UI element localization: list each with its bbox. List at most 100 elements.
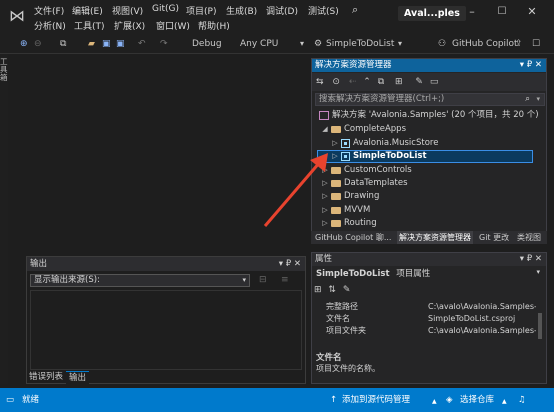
- save-all-icon[interactable]: ▣: [116, 36, 125, 52]
- menu-help[interactable]: 帮助(H): [198, 19, 230, 32]
- solution-icon: [319, 111, 329, 120]
- scrollbar-thumb[interactable]: [538, 313, 542, 339]
- dropdown-chevron-icon[interactable]: ▾: [300, 36, 304, 52]
- tree-item-label: Routing: [344, 218, 377, 228]
- open-folder-icon[interactable]: ▰: [88, 36, 95, 52]
- back-icon[interactable]: ⊕: [20, 36, 28, 52]
- tree-item-datatemplates[interactable]: ▷ DataTemplates: [321, 177, 407, 190]
- menu-edit[interactable]: 编辑(E): [72, 4, 103, 17]
- tree-item-drawing[interactable]: ▷ Drawing: [321, 190, 379, 203]
- tree-item-label: SimpleToDoList: [353, 151, 427, 161]
- status-bar: ▭ 就绪 ↑ 添加到源代码管理 ▲ ◈ 选择仓库 ▲ ♫: [0, 388, 554, 412]
- tab-copilot-chat[interactable]: GitHub Copilot 聊...: [313, 231, 393, 244]
- repository-icon: ◈: [446, 395, 453, 405]
- property-value: SimpleToDoList.csproj: [428, 314, 516, 323]
- save-icon[interactable]: ▣: [102, 36, 111, 52]
- expand-arrow-icon[interactable]: ▷: [331, 150, 339, 163]
- property-description-text: 项目文件的名称。: [316, 364, 380, 373]
- project-icon: [341, 139, 350, 148]
- output-window-icon[interactable]: ▭: [6, 394, 14, 406]
- new-item-icon[interactable]: ⧉: [60, 36, 66, 52]
- tree-item-label: Drawing: [344, 191, 380, 201]
- toolbox-tab-label: 工具箱: [0, 57, 8, 82]
- expand-arrow-icon[interactable]: ▷: [321, 177, 329, 190]
- visual-studio-logo-icon[interactable]: ⋈: [8, 7, 26, 25]
- properties-object-selector[interactable]: SimpleToDoList 项目属性: [316, 268, 430, 280]
- property-row[interactable]: 完整路径 C:\avalo\Avalonia.Samples-: [312, 301, 538, 313]
- menu-analyze[interactable]: 分析(N): [34, 19, 66, 32]
- expand-arrow-icon[interactable]: ▷: [331, 137, 339, 150]
- panel-controls[interactable]: ▾ ₽ ✕: [279, 257, 301, 271]
- toolbox-tab[interactable]: 工具箱: [0, 54, 8, 384]
- expand-arrow-icon[interactable]: ▷: [321, 164, 329, 177]
- undo-icon[interactable]: ↶: [138, 36, 146, 52]
- menu-extensions[interactable]: 扩展(X): [114, 19, 145, 32]
- forward-icon[interactable]: ⊖: [34, 36, 42, 52]
- tree-item-label: 解决方案 'Avalonia.Samples' (20 个项目，共 20 个): [332, 110, 539, 120]
- property-value: C:\avalo\Avalonia.Samples-: [428, 326, 536, 335]
- menu-build[interactable]: 生成(B): [226, 4, 257, 17]
- folder-icon: [331, 220, 341, 227]
- redo-icon[interactable]: ↷: [160, 36, 168, 52]
- output-source-dropdown[interactable]: 显示输出来源(S): ▾: [30, 274, 250, 287]
- tree-item-solution[interactable]: 解决方案 'Avalonia.Samples' (20 个项目，共 20 个): [317, 109, 539, 122]
- properties-header: 属性 ▾ ₽ ✕: [312, 253, 546, 266]
- tab-git-changes[interactable]: Git 更改: [477, 231, 511, 244]
- menu-window[interactable]: 窗口(W): [156, 19, 190, 32]
- panel-controls[interactable]: ▾ ₽ ✕: [520, 253, 542, 266]
- properties-title: 属性: [315, 254, 333, 264]
- menu-tools[interactable]: 工具(T): [74, 19, 105, 32]
- properties-toolbar: ⊞ ⇅ ✎: [314, 283, 544, 297]
- folder-icon: [331, 193, 341, 200]
- tree-item-mvvm[interactable]: ▷ MVVM: [321, 204, 370, 217]
- folder-icon: [331, 207, 341, 214]
- platform-dropdown[interactable]: Any CPU: [240, 36, 278, 52]
- tree-item-simpletodolist[interactable]: ▷ SimpleToDoList: [331, 150, 427, 163]
- expand-arrow-icon[interactable]: ▷: [321, 190, 329, 203]
- tab-class-view[interactable]: 类视图: [515, 231, 543, 244]
- word-wrap-icon[interactable]: ≡: [281, 275, 289, 285]
- select-repository-button[interactable]: 选择仓库: [460, 394, 494, 406]
- property-value: C:\avalo\Avalonia.Samples-: [428, 302, 536, 311]
- property-row[interactable]: 文件名 SimpleToDoList.csproj: [312, 313, 538, 325]
- menu-git[interactable]: Git(G): [152, 4, 179, 14]
- property-description-title: 文件名: [316, 353, 342, 363]
- expand-arrow-icon[interactable]: ▷: [321, 204, 329, 217]
- alphabetical-icon[interactable]: ⇅: [328, 285, 336, 295]
- folder-icon: [331, 167, 341, 174]
- categorized-icon[interactable]: ⊞: [314, 285, 322, 295]
- clear-output-icon[interactable]: ⊟: [259, 275, 267, 285]
- menu-debug[interactable]: 调试(D): [266, 4, 298, 17]
- property-row[interactable]: 项目文件夹 C:\avalo\Avalonia.Samples-: [312, 325, 538, 337]
- property-key: 项目文件夹: [326, 326, 366, 335]
- output-source-label: 显示输出来源(S):: [34, 275, 100, 285]
- add-to-source-control-button[interactable]: 添加到源代码管理: [342, 394, 410, 406]
- property-pages-icon[interactable]: ✎: [343, 285, 351, 295]
- menu-project[interactable]: 项目(P): [186, 4, 216, 17]
- tree-item-routing[interactable]: ▷ Routing: [321, 217, 377, 230]
- menu-file[interactable]: 文件(F): [34, 4, 64, 17]
- properties-object-type: 项目属性: [396, 269, 431, 279]
- output-text-area[interactable]: [30, 290, 302, 370]
- tab-output[interactable]: 输出: [66, 371, 90, 384]
- editor-area: [8, 58, 308, 253]
- tree-item-musicstore[interactable]: ▷ Avalonia.MusicStore: [331, 137, 438, 150]
- tab-solution-explorer[interactable]: 解决方案资源管理器: [397, 231, 473, 244]
- output-panel: 输出 ▾ ₽ ✕ 显示输出来源(S): ▾ ⊟ ≡: [26, 256, 306, 384]
- chevron-up-icon: ▲: [432, 398, 437, 405]
- property-key: 文件名: [326, 314, 350, 323]
- properties-panel: 属性 ▾ ₽ ✕ SimpleToDoList 项目属性 ▾ ⊞ ⇅ ✎ 完整路…: [311, 252, 547, 384]
- expand-arrow-icon[interactable]: ▷: [321, 217, 329, 230]
- source-control-up-icon: ↑: [330, 395, 338, 405]
- bell-icon[interactable]: ♫: [518, 394, 526, 406]
- chevron-down-icon[interactable]: ▾: [536, 268, 540, 276]
- output-header: 输出 ▾ ₽ ✕: [27, 257, 305, 271]
- expand-arrow-icon[interactable]: ◢: [321, 123, 329, 136]
- tree-item-customcontrols[interactable]: ▷ CustomControls: [321, 164, 411, 177]
- property-key: 完整路径: [326, 302, 358, 311]
- tab-error-list[interactable]: 错误列表: [26, 371, 66, 384]
- configuration-dropdown[interactable]: Debug: [192, 36, 222, 52]
- menu-view[interactable]: 视图(V): [112, 4, 143, 17]
- tree-item-completeapps[interactable]: ◢ CompleteApps: [321, 123, 406, 136]
- folder-icon: [331, 126, 341, 133]
